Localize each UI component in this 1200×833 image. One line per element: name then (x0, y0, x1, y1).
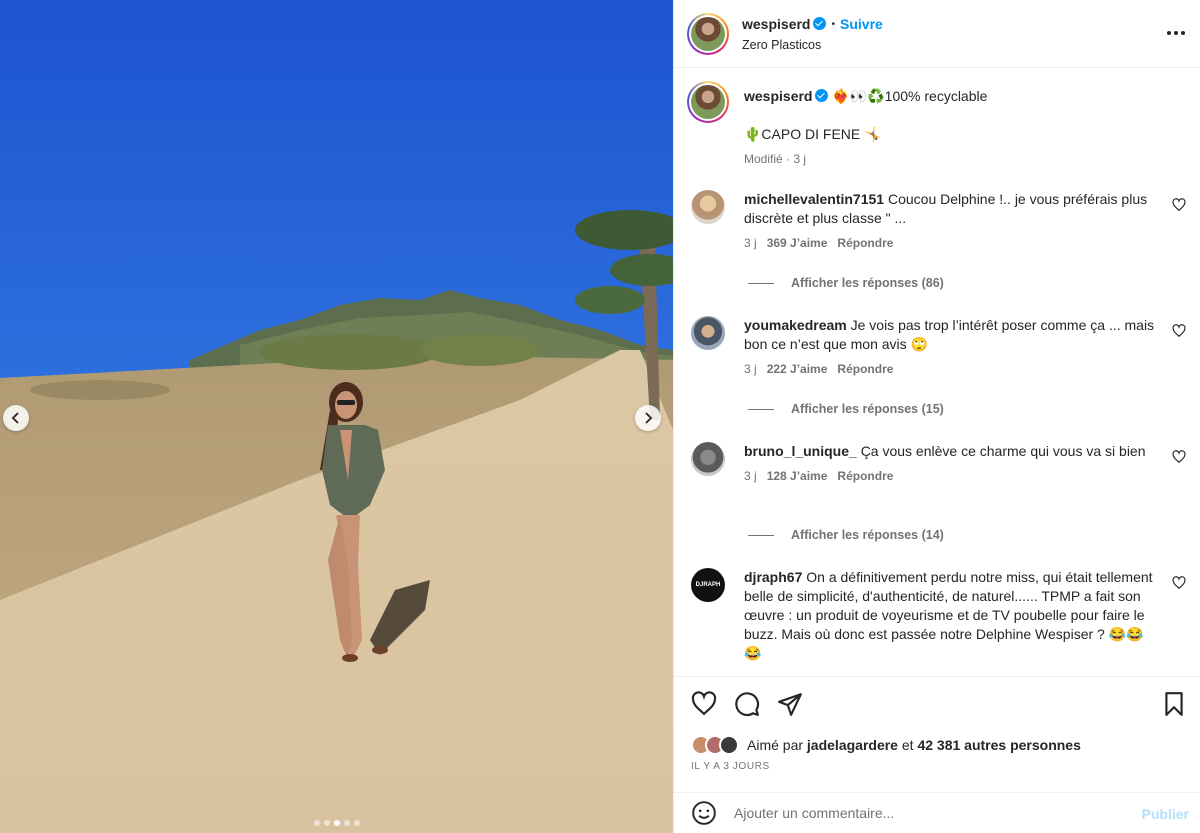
view-replies-button[interactable]: Afficher les réponses (15) (748, 402, 944, 416)
commenter-avatar[interactable] (691, 442, 725, 476)
comment-likes[interactable]: 369 J’aime (767, 236, 828, 250)
heart-icon[interactable] (1172, 198, 1186, 212)
verified-badge-icon (815, 89, 829, 102)
chevron-left-icon (11, 412, 19, 424)
view-replies-label: Afficher les réponses (86) (791, 276, 944, 290)
heart-icon[interactable] (1172, 450, 1186, 464)
commenter-avatar[interactable] (691, 316, 725, 350)
author-avatar[interactable] (687, 12, 729, 55)
commenter-username[interactable]: youmakedream (744, 317, 847, 333)
reply-button[interactable]: Répondre (837, 469, 893, 483)
post-photo (0, 0, 673, 833)
comment-item: bruno_l_unique_ Ça vous enlève ce charme… (691, 442, 1186, 483)
send-icon[interactable] (777, 691, 803, 717)
caption-meta: Modifié · 3 j (744, 152, 807, 166)
reply-button[interactable]: Répondre (837, 362, 893, 376)
comment-text: Ça vous enlève ce charme qui vous va si … (860, 443, 1146, 459)
post-panel: wespiserd • Suivre Zero Plasticos wespiser… (673, 0, 1200, 833)
comment-likes[interactable]: 222 J’aime (767, 362, 828, 376)
commenter-avatar[interactable] (691, 190, 725, 224)
add-comment-bar: Publier (674, 792, 1200, 833)
more-horizontal-icon (1167, 31, 1171, 35)
liked-by-others[interactable]: 42 381 autres personnes (917, 737, 1080, 753)
post-timestamp[interactable]: IL Y A 3 JOURS (691, 761, 770, 772)
heart-icon[interactable] (1172, 324, 1186, 338)
post-media[interactable] (0, 0, 673, 833)
carousel-prev-button[interactable] (3, 405, 29, 431)
commenter-username[interactable]: bruno_l_unique_ (744, 443, 857, 459)
view-replies-label: Afficher les réponses (14) (791, 528, 944, 542)
chevron-right-icon (645, 412, 653, 424)
heart-icon[interactable] (691, 691, 717, 717)
view-replies-button[interactable]: Afficher les réponses (14) (748, 528, 944, 542)
liked-by-user[interactable]: jadelagardere (807, 737, 898, 753)
view-replies-label: Afficher les réponses (15) (791, 402, 944, 416)
comment-likes[interactable]: 128 J’aime (767, 469, 828, 483)
liker-avatar[interactable] (719, 735, 739, 755)
comments-section[interactable]: wespiserd ❤️‍🔥👀♻️100% recyclable 🌵CAPO D… (674, 69, 1200, 676)
carousel-dot (353, 820, 360, 826)
verified-badge-icon (813, 16, 827, 30)
separator-dot: • (831, 18, 835, 30)
emoji-icon[interactable] (691, 800, 717, 826)
caption-avatar[interactable] (687, 81, 729, 123)
commenter-avatar[interactable]: DJRAPH (691, 568, 725, 602)
carousel-next-button[interactable] (635, 405, 661, 431)
likes-summary: Aimé par jadelagardere et 42 381 autres … (691, 735, 1081, 755)
comment-age: 3 j (744, 236, 757, 250)
post-location[interactable]: Zero Plasticos (742, 38, 883, 52)
heart-icon[interactable] (1172, 576, 1186, 590)
liked-by-prefix: Aimé par (747, 737, 804, 753)
comment-age: 3 j (744, 362, 757, 376)
author-username[interactable]: wespiserd (742, 16, 810, 32)
post-caption: wespiserd ❤️‍🔥👀♻️100% recyclable 🌵CAPO D… (687, 81, 987, 166)
publish-button[interactable]: Publier (1142, 806, 1189, 822)
instagram-post: wespiserd • Suivre Zero Plasticos wespiser… (0, 0, 1200, 833)
carousel-dot (323, 820, 330, 826)
carousel-dot (343, 820, 350, 826)
reply-button[interactable]: Répondre (837, 236, 893, 250)
comment-icon[interactable] (734, 691, 760, 717)
caption-line-1: ❤️‍🔥👀♻️100% recyclable (832, 88, 988, 104)
caption-line-2: 🌵CAPO DI FENE 🤸 (744, 126, 882, 142)
comment-input[interactable] (734, 805, 1114, 821)
caption-username[interactable]: wespiserd (744, 88, 812, 104)
view-replies-button[interactable]: Afficher les réponses (86) (748, 276, 944, 290)
follow-button[interactable]: Suivre (840, 16, 883, 32)
comment-age: 3 j (744, 469, 757, 483)
post-actions: Aimé par jadelagardere et 42 381 autres … (674, 676, 1200, 792)
post-header: wespiserd • Suivre Zero Plasticos (674, 0, 1200, 68)
more-options-button[interactable] (1165, 22, 1187, 44)
commenter-username[interactable]: michellevalentin7151 (744, 191, 884, 207)
carousel-dot (313, 820, 320, 826)
liked-by-and: et (901, 737, 914, 753)
bookmark-icon[interactable] (1161, 691, 1187, 717)
comment-text: On a définitivement perdu notre miss, qu… (744, 569, 1153, 661)
comment-item: DJRAPH djraph67 On a définitivement perd… (691, 568, 1186, 663)
carousel-dot (333, 820, 340, 826)
carousel-indicator (0, 820, 673, 826)
commenter-username[interactable]: djraph67 (744, 569, 802, 585)
comment-item: youmakedream Je vois pas trop l’intérêt … (691, 316, 1186, 376)
comment-item: michellevalentin7151 Coucou Delphine !..… (691, 190, 1186, 250)
avatar-logo-text: DJRAPH (695, 582, 721, 588)
